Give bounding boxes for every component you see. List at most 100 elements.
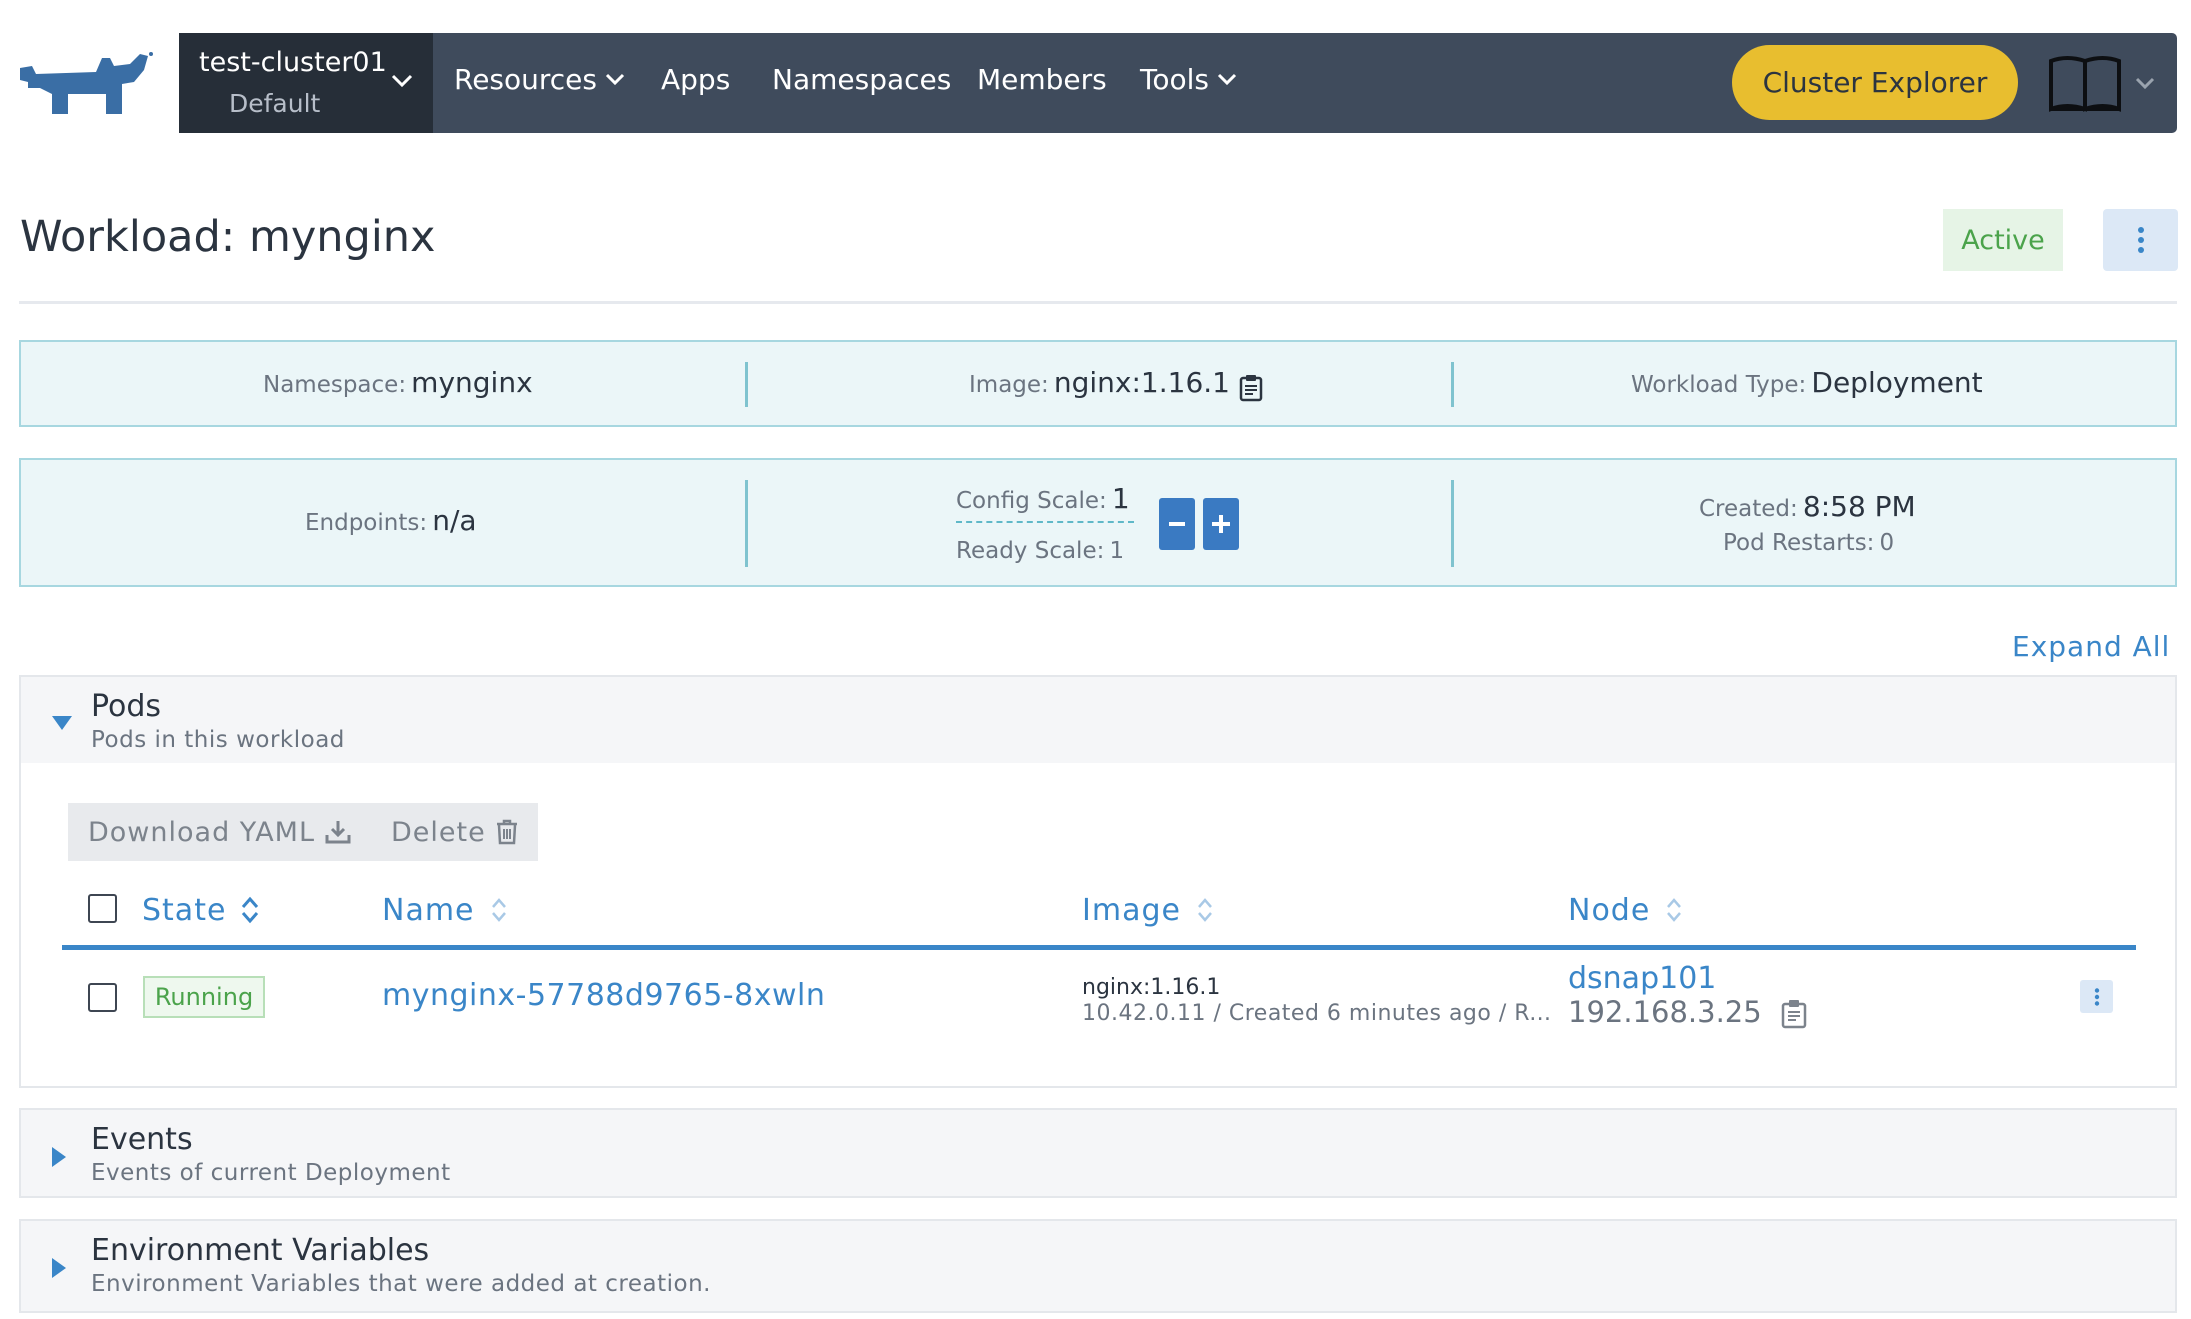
pod-restarts-label: Pod Restarts:: [1723, 530, 1875, 556]
rancher-logo[interactable]: [18, 48, 156, 118]
minus-icon: [1169, 522, 1185, 526]
kebab-menu-icon: [2137, 227, 2144, 253]
page-title: Workload: mynginx: [20, 212, 436, 262]
workload-type-label: Workload Type:: [1631, 372, 1807, 398]
select-all-checkbox[interactable]: [88, 894, 117, 923]
pods-table-container: Download YAML Delete State Name Image No…: [19, 763, 2177, 1088]
trash-icon: [496, 819, 517, 845]
cluster-name: test-cluster01: [199, 47, 387, 78]
node-ip-row: 192.168.3.25: [1568, 995, 1807, 1029]
nav-apps[interactable]: Apps: [661, 63, 730, 96]
created-info: Created: 8:58 PM: [1699, 490, 1916, 523]
divider: [1451, 362, 1454, 407]
plus-icon: [1212, 515, 1230, 533]
workload-scale-box: Endpoints: n/a Config Scale: 1 Ready Sca…: [19, 458, 2177, 587]
config-scale[interactable]: Config Scale: 1: [956, 482, 1134, 523]
project-name: Default: [229, 89, 321, 118]
pod-name-link[interactable]: mynginx-57788d9765-8xwln: [382, 978, 825, 1013]
pod-restarts-info: Pod Restarts: 0: [1723, 530, 1894, 556]
title-divider: [19, 301, 2177, 304]
chevron-down-icon: [391, 73, 413, 92]
chevron-down-icon: [2135, 77, 2155, 90]
env-vars-section: Environment Variables Environment Variab…: [19, 1219, 2177, 1313]
events-section-header[interactable]: Events Events of current Deployment: [21, 1110, 2175, 1198]
column-header-node[interactable]: Node: [1568, 893, 1684, 928]
caret-right-icon: [52, 1147, 66, 1167]
divider: [745, 362, 748, 407]
top-navigation-bar: test-cluster01 Default Resources Apps Na…: [179, 33, 2177, 133]
created-label: Created:: [1699, 496, 1798, 522]
image-column-label: Image: [1082, 893, 1181, 928]
env-vars-section-header[interactable]: Environment Variables Environment Variab…: [21, 1221, 2175, 1309]
docs-menu-button[interactable]: [2047, 53, 2167, 115]
nav-resources-label: Resources: [454, 63, 597, 96]
sort-icon: [491, 897, 506, 922]
column-header-name[interactable]: Name: [382, 893, 509, 928]
name-column-label: Name: [382, 893, 475, 928]
cluster-project-switcher[interactable]: test-cluster01 Default: [179, 33, 433, 133]
nav-resources[interactable]: Resources: [454, 63, 625, 96]
ready-scale-label: Ready Scale:: [956, 538, 1105, 564]
logo-bull-shape: [20, 54, 148, 114]
node-column-label: Node: [1568, 893, 1651, 928]
chevron-down-icon: [605, 73, 625, 85]
ready-scale-value: 1: [1109, 538, 1125, 564]
image-info: Image: nginx:1.16.1: [969, 366, 1263, 402]
sort-icon: [1198, 897, 1212, 922]
scale-down-button[interactable]: [1159, 498, 1195, 550]
row-select-checkbox[interactable]: [88, 983, 117, 1012]
column-header-state[interactable]: State: [142, 893, 260, 928]
delete-button[interactable]: Delete: [371, 803, 538, 861]
workload-type-value: Deployment: [1811, 366, 1983, 399]
scale-up-button[interactable]: [1203, 498, 1239, 550]
node-name-link[interactable]: dsnap101: [1568, 961, 1716, 996]
nav-tools-label: Tools: [1140, 63, 1209, 96]
image-value: nginx:1.16.1: [1053, 366, 1230, 399]
nav-namespaces-label: Namespaces: [772, 63, 952, 96]
pod-restarts-value: 0: [1879, 530, 1895, 556]
pods-section-subtitle: Pods in this workload: [91, 727, 345, 753]
env-vars-section-subtitle: Environment Variables that were added at…: [91, 1271, 711, 1297]
events-section: Events Events of current Deployment: [19, 1108, 2177, 1198]
caret-down-icon: [52, 716, 72, 730]
pods-section-header[interactable]: Pods Pods in this workload: [21, 677, 2175, 765]
expand-all-link[interactable]: Expand All: [2012, 630, 2170, 663]
events-section-title: Events: [91, 1122, 193, 1157]
cluster-explorer-button[interactable]: Cluster Explorer: [1732, 45, 2018, 120]
column-header-image[interactable]: Image: [1082, 893, 1215, 928]
nav-tools[interactable]: Tools: [1140, 63, 1237, 96]
namespace-info: Namespace: mynginx: [263, 366, 533, 399]
nav-members[interactable]: Members: [977, 63, 1107, 96]
pods-section-title: Pods: [91, 689, 162, 724]
clipboard-icon[interactable]: [1781, 999, 1807, 1029]
caret-right-icon: [52, 1258, 66, 1278]
sort-icon: [1667, 897, 1682, 922]
endpoints-info: Endpoints: n/a: [305, 504, 477, 537]
status-badge: Active: [1943, 209, 2063, 271]
nav-apps-label: Apps: [661, 63, 731, 96]
chevron-down-icon: [1217, 73, 1237, 85]
workload-actions-button[interactable]: [2103, 209, 2178, 271]
download-yaml-label: Download YAML: [88, 816, 315, 848]
sort-up-icon: [242, 896, 259, 923]
env-vars-section-title: Environment Variables: [91, 1233, 430, 1268]
pod-image: nginx:1.16.1: [1082, 975, 1221, 1000]
pod-state-badge: Running: [143, 976, 265, 1018]
workload-info-box: Namespace: mynginx Image: nginx:1.16.1 W…: [19, 340, 2177, 427]
nav-namespaces[interactable]: Namespaces: [772, 63, 951, 96]
download-yaml-button[interactable]: Download YAML: [68, 803, 371, 861]
download-icon: [325, 821, 351, 844]
book-icon: [2049, 56, 2155, 112]
clipboard-icon[interactable]: [1239, 374, 1263, 402]
config-scale-value: 1: [1111, 482, 1130, 515]
kebab-menu-icon: [2094, 987, 2099, 1006]
namespace-label: Namespace:: [263, 372, 407, 398]
table-header-rule: [62, 945, 2136, 950]
node-ip: 192.168.3.25: [1568, 995, 1762, 1029]
ready-scale: Ready Scale: 1: [956, 538, 1124, 564]
pod-detail: 10.42.0.11 / Created 6 minutes ago / Res…: [1082, 1001, 1562, 1026]
events-section-subtitle: Events of current Deployment: [91, 1160, 451, 1186]
row-actions-button[interactable]: [2080, 980, 2113, 1013]
nav-members-label: Members: [977, 63, 1107, 96]
pods-section: Pods Pods in this workload: [19, 675, 2177, 765]
